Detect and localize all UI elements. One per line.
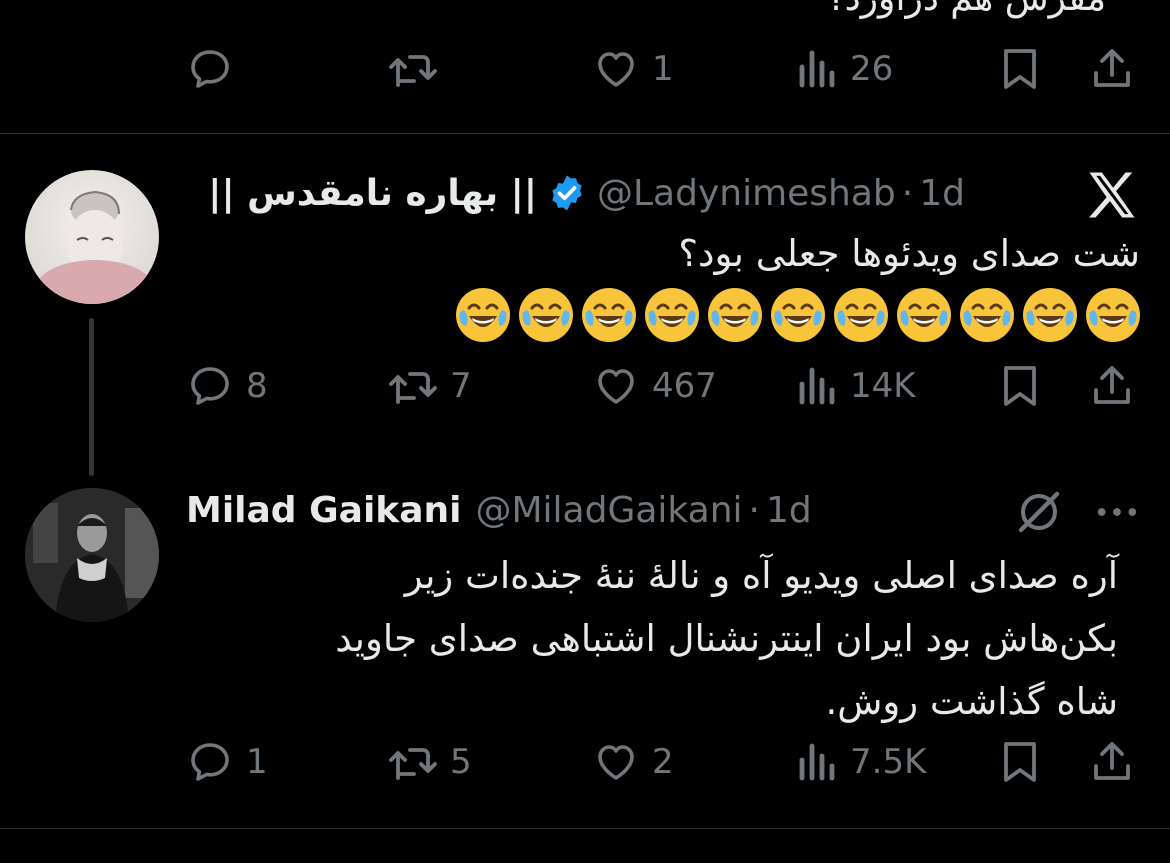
laughing-emoji-icon bbox=[645, 288, 699, 342]
heart-icon bbox=[592, 738, 640, 786]
emoji-row bbox=[447, 288, 1140, 342]
laughing-emoji-icon bbox=[1023, 288, 1077, 342]
tweet-text: آره صدای اصلی ویدیو آه و نالهٔ ننهٔ جنده… bbox=[218, 544, 1118, 733]
like-button[interactable]: 1 bbox=[592, 45, 674, 93]
heart-icon bbox=[592, 362, 640, 410]
views-button[interactable]: 14K bbox=[796, 362, 916, 410]
repost-button[interactable]: 7 bbox=[386, 362, 472, 410]
bookmark-button[interactable] bbox=[998, 45, 1042, 93]
previous-tweet-text: مقرش هم درآورد؟ bbox=[826, 0, 1106, 19]
tweet-header: || بهاره نامقدس || @Ladynimeshab · 1d bbox=[208, 165, 965, 221]
repost-count: 5 bbox=[450, 742, 472, 782]
tweet-divider bbox=[0, 828, 1170, 829]
verified-icon bbox=[547, 173, 587, 213]
laughing-emoji-icon bbox=[1086, 288, 1140, 342]
laughing-emoji-icon bbox=[771, 288, 825, 342]
reply-icon bbox=[186, 738, 234, 786]
views-icon bbox=[796, 45, 838, 93]
views-icon bbox=[796, 362, 838, 410]
author-name[interactable]: Milad Gaikani bbox=[186, 490, 461, 531]
tweet-header: Milad Gaikani @MiladGaikani · 1d bbox=[186, 482, 812, 538]
laughing-emoji-icon bbox=[834, 288, 888, 342]
laughing-emoji-icon bbox=[708, 288, 762, 342]
avatar[interactable] bbox=[25, 488, 159, 622]
views-count: 7.5K bbox=[850, 742, 927, 782]
separator: · bbox=[748, 489, 760, 531]
tweet-text: شت صدای ویدئوها جعلی بود؟ bbox=[678, 232, 1140, 275]
reply-icon bbox=[186, 362, 234, 410]
views-count: 14K bbox=[850, 366, 916, 406]
like-count: 2 bbox=[652, 742, 674, 782]
more-options-icon[interactable] bbox=[1094, 494, 1140, 534]
tweet-actions: 1 5 2 7.5K bbox=[0, 738, 1170, 788]
reply-icon bbox=[186, 45, 234, 93]
like-button[interactable]: 2 bbox=[592, 738, 674, 786]
like-button[interactable]: 467 bbox=[592, 362, 717, 410]
views-icon bbox=[796, 738, 838, 786]
bookmark-icon bbox=[998, 45, 1042, 93]
author-name[interactable]: || بهاره نامقدس || bbox=[208, 173, 537, 214]
tweet-text-line: شاه گذاشت روش. bbox=[825, 680, 1119, 723]
laughing-emoji-icon bbox=[456, 288, 510, 342]
reply-button[interactable]: 8 bbox=[186, 362, 268, 410]
tweet-text-line: آره صدای اصلی ویدیو آه و نالهٔ ننهٔ جنده… bbox=[404, 554, 1118, 597]
bookmark-icon bbox=[998, 362, 1042, 410]
heart-icon bbox=[592, 45, 640, 93]
reply-button[interactable]: 1 bbox=[186, 738, 268, 786]
author-handle[interactable]: @MiladGaikani bbox=[475, 490, 742, 531]
bookmark-icon bbox=[998, 738, 1042, 786]
laughing-emoji-icon bbox=[519, 288, 573, 342]
share-icon bbox=[1088, 45, 1136, 93]
timestamp[interactable]: 1d bbox=[919, 173, 965, 214]
reply-count: 1 bbox=[246, 742, 268, 782]
repost-count: 7 bbox=[450, 366, 472, 406]
reply-button[interactable] bbox=[186, 45, 246, 93]
repost-icon bbox=[386, 362, 438, 410]
laughing-emoji-icon bbox=[897, 288, 951, 342]
tweet-actions: 8 7 467 14K bbox=[0, 362, 1170, 412]
views-button[interactable]: 26 bbox=[796, 45, 893, 93]
avatar[interactable] bbox=[25, 170, 159, 304]
share-button[interactable] bbox=[1088, 738, 1136, 786]
share-button[interactable] bbox=[1088, 45, 1136, 93]
timestamp[interactable]: 1d bbox=[766, 490, 812, 531]
separator: · bbox=[901, 172, 914, 214]
author-handle[interactable]: @Ladynimeshab bbox=[597, 173, 896, 214]
bookmark-button[interactable] bbox=[998, 738, 1042, 786]
repost-icon bbox=[386, 738, 438, 786]
share-button[interactable] bbox=[1088, 362, 1136, 410]
laughing-emoji-icon bbox=[960, 288, 1014, 342]
share-icon bbox=[1088, 362, 1136, 410]
repost-button[interactable] bbox=[386, 45, 450, 93]
bookmark-button[interactable] bbox=[998, 362, 1042, 410]
views-count: 26 bbox=[850, 49, 894, 89]
share-icon bbox=[1088, 738, 1136, 786]
tweet-text-line: بکن‌هاش بود ایران اینترنشنال اشتباهی صدا… bbox=[335, 617, 1118, 660]
x-logo-icon bbox=[1085, 170, 1139, 224]
views-button[interactable]: 7.5K bbox=[796, 738, 926, 786]
repost-button[interactable]: 5 bbox=[386, 738, 472, 786]
laughing-emoji-icon bbox=[582, 288, 636, 342]
grok-icon[interactable] bbox=[1015, 488, 1063, 540]
previous-tweet-actions: 1 26 bbox=[0, 45, 1170, 95]
tweet-divider bbox=[0, 133, 1170, 134]
reply-count: 8 bbox=[246, 366, 268, 406]
repost-icon bbox=[386, 45, 438, 93]
like-count: 1 bbox=[652, 49, 674, 89]
like-count: 467 bbox=[652, 366, 717, 406]
